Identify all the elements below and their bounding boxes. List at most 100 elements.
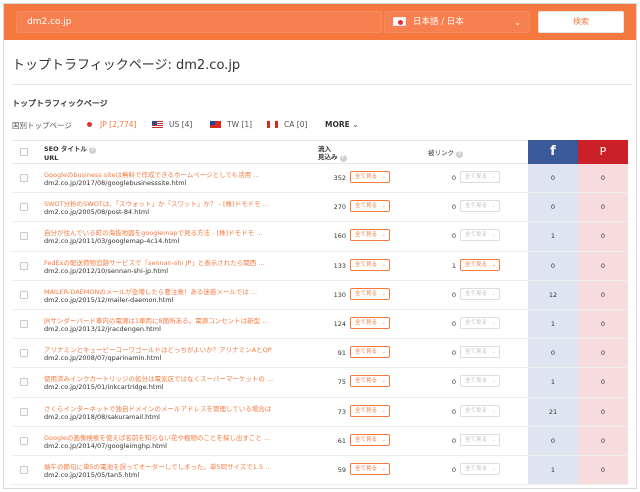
traffic-value: 59 [337,465,346,474]
header-seo-title[interactable]: SEO タイトル? URL [44,145,96,162]
view-all-traffic-button[interactable]: 全て見る ⌄ [350,462,390,475]
row-checkbox[interactable] [20,232,28,241]
view-all-backlinks-button[interactable]: 全て見る ⌄ [460,404,500,417]
help-icon[interactable]: ? [88,147,96,154]
table-row: Googleのbusiness siteは無料で作成できるホームページとしても活… [12,164,628,194]
page-title-link[interactable]: 自分が住んでいる町の海抜地図をgooglemapで見る方法 - [株]ドモドモ … [44,227,274,237]
chevron-down-icon: ⌄ [381,378,386,385]
row-checkbox[interactable] [20,290,28,299]
table-row: MAILER-DAEMONのメールが急増したら要注意！ある迷惑メールでは ...… [12,280,628,310]
view-all-traffic-button[interactable]: 全て見る ⌄ [350,200,390,213]
help-icon[interactable]: ? [339,155,347,162]
view-all-backlinks-button[interactable]: 全て見る ⌄ [460,200,500,213]
chevron-down-icon: ⌄ [491,349,496,356]
facebook-shares: 0 [528,339,578,368]
help-icon[interactable]: ? [456,151,463,158]
view-all-backlinks-button[interactable]: 全て見る ⌄ [460,462,500,475]
country-tab-us[interactable]: US [4] [152,120,192,129]
view-all-traffic-button[interactable]: 全て見る ⌄ [350,287,390,300]
row-checkbox[interactable] [20,174,28,182]
page-title-link[interactable]: Googleの画像検索を使えば名前を知らない花や植物のことを探し出すこと ... [44,432,274,442]
facebook-icon[interactable]: f [528,140,578,164]
page-url: dm2.co.jp/2012/10/sennan-shi-jp.html [44,266,169,275]
search-button[interactable]: 検索 [538,11,624,33]
page-url: dm2.co.jp/2013/12/jracdengen.html [44,324,161,333]
chevron-down-icon: ⌄ [491,261,496,268]
view-all-backlinks-button[interactable]: 全て見る ⌄ [460,346,500,359]
view-all-backlinks-button[interactable]: 全て見る ⌄ [460,258,500,271]
backlinks-value: 0 [451,290,456,299]
page-title-link[interactable]: 使用済みインクカートリッジの処分は電気店ではなくスーパーマーケットの ... [44,373,274,383]
page-title-link[interactable]: アリナミンとキューピーコーワゴールドはどっちがよいか？アリナミンAとQP ... [44,344,274,354]
row-checkbox[interactable] [20,465,28,474]
view-all-traffic-button[interactable]: 全て見る ⌄ [350,375,390,388]
view-all-traffic-button[interactable]: 全て見る ⌄ [350,316,390,329]
chevron-down-icon: ⌄ [352,120,359,129]
view-all-backlinks-button[interactable]: 全て見る ⌄ [460,375,500,388]
page-title-link[interactable]: さくらインターネットで独自ドメインのメールアドレスを管理している場合は ... [44,403,274,413]
chevron-down-icon: ⌄ [381,436,386,443]
traffic-value: 91 [337,349,346,358]
row-checkbox[interactable] [20,319,28,328]
pinterest-shares: 0 [578,339,628,368]
table-row: Googleの画像検索を使えば名前を知らない花や植物のことを探し出すこと ...… [12,426,628,456]
backlinks-value: 0 [451,407,456,416]
facebook-shares: 0 [528,426,578,455]
table-row: 自分が住んでいる町の海抜地図をgooglemapで見る方法 - [株]ドモドモ … [12,222,628,252]
page-title-link[interactable]: FedExの配送荷物追跡サービスで「sennan-shi JP」と表示されたら関… [44,257,274,267]
row-checkbox[interactable] [20,261,28,270]
view-all-backlinks-button[interactable]: 全て見る ⌄ [460,433,500,446]
chevron-down-icon: ⌄ [381,407,386,414]
page-url: dm2.co.jp/2014/07/googleimghp.html [44,441,167,450]
pinterest-shares: 0 [578,397,628,426]
row-checkbox[interactable] [20,436,28,445]
domain-input[interactable]: dm2.co.jp [16,11,382,33]
table-row: 使用済みインクカートリッジの処分は電気店ではなくスーパーマーケットの ... dm… [12,368,628,398]
view-all-backlinks-button[interactable]: 全て見る ⌄ [460,229,500,242]
view-all-backlinks-button[interactable]: 全て見る ⌄ [460,316,500,329]
chevron-down-icon: ⌄ [491,203,496,210]
country-tab-ca[interactable]: CA [0] [267,120,307,129]
row-checkbox[interactable] [20,378,28,387]
page-title-link[interactable]: MAILER-DAEMONのメールが急増したら要注意！ある迷惑メールでは ... [44,286,274,296]
pinterest-icon[interactable]: P [578,140,628,164]
traffic-value: 133 [333,261,346,270]
country-filter-label: 国別トップページ [12,121,72,130]
view-all-traffic-button[interactable]: 全て見る ⌄ [350,433,390,446]
backlinks-value: 0 [451,378,456,387]
header-traffic[interactable]: 流入 見込み? [318,145,347,162]
view-all-backlinks-button[interactable]: 全て見る ⌄ [460,171,500,183]
divider [12,84,632,85]
country-tab-jp[interactable]: JP [2,774] [84,120,136,129]
row-checkbox[interactable] [20,407,28,416]
page-frame: dm2.co.jp 日本語 / 日本 ⌄ 検索 トップトラフィックページ: dm… [3,3,637,489]
header-backlinks[interactable]: 被リンク? [428,149,463,158]
table-row: SWOT分析のSWOTは、「スウォット」か「スワット」か？ - [株]ドモドモ … [12,193,628,223]
pinterest-shares: 0 [578,280,628,309]
page-title-link[interactable]: Googleのbusiness siteは無料で作成できるホームページとしても活… [44,169,274,179]
table-row: JRサンダーバード車内の電源は1車両に8箇所ある。電源コンセントは新型 ... d… [12,309,628,340]
view-all-traffic-button[interactable]: 全て見る ⌄ [350,346,390,359]
page-title-link[interactable]: 端午の節句に単5の電池を誤ってオーダーしてしまった。単5同サイズで1.5 ... [44,461,274,471]
row-checkbox[interactable] [20,203,28,212]
view-all-traffic-button[interactable]: 全て見る ⌄ [350,258,390,271]
japan-flag-icon [87,122,92,127]
row-checkbox[interactable] [20,349,28,358]
page-title-link[interactable]: SWOT分析のSWOTは、「スウォット」か「スワット」か？ - [株]ドモドモ … [44,198,274,208]
view-all-traffic-button[interactable]: 全て見る ⌄ [350,171,390,183]
backlinks-value: 0 [451,349,456,358]
language-select[interactable]: 日本語 / 日本 ⌄ [384,11,530,33]
more-countries-button[interactable]: MORE ⌄ [325,120,359,129]
backlinks-value: 0 [451,465,456,474]
view-all-traffic-button[interactable]: 全て見る ⌄ [350,229,390,242]
country-tab-tw[interactable]: TW [1] [210,120,252,129]
select-all-checkbox[interactable] [20,148,28,156]
view-all-backlinks-button[interactable]: 全て見る ⌄ [460,287,500,300]
chevron-down-icon: ⌄ [491,436,496,443]
pinterest-shares: 0 [578,309,628,339]
table-row: 端午の節句に単5の電池を誤ってオーダーしてしまった。単5同サイズで1.5 ...… [12,455,628,486]
pinterest-shares: 0 [578,222,628,251]
view-all-traffic-button[interactable]: 全て見る ⌄ [350,404,390,417]
page-title-link[interactable]: JRサンダーバード車内の電源は1車両に8箇所ある。電源コンセントは新型 ... [44,315,274,325]
traffic-value: 73 [337,407,346,416]
